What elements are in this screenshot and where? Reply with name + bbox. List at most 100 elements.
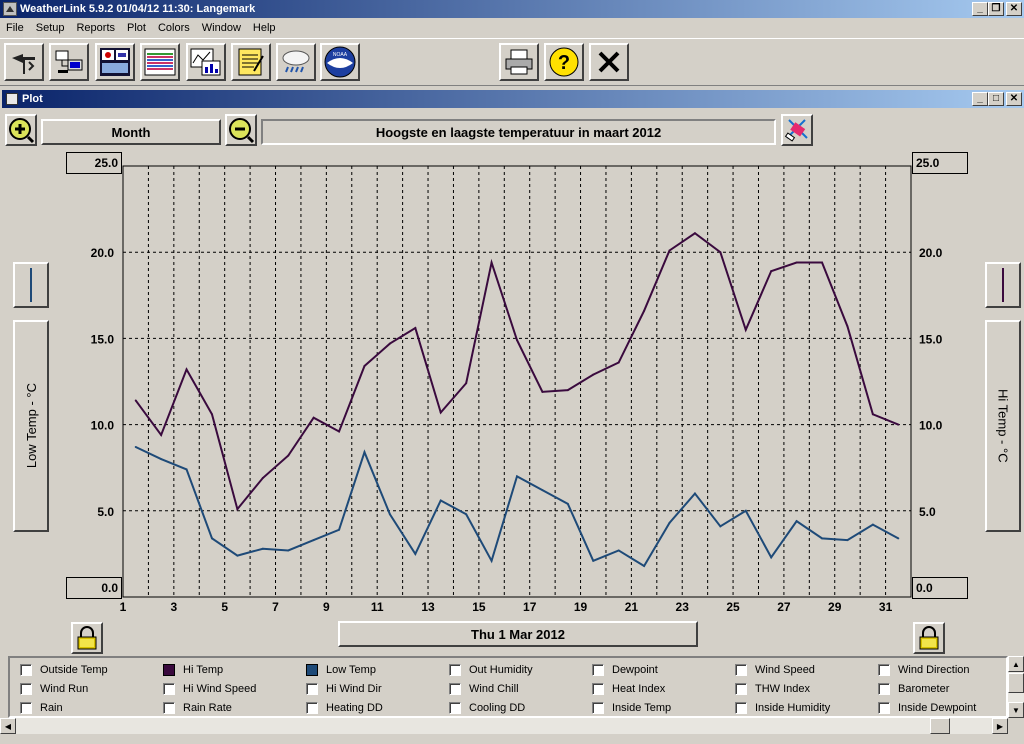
- exit-button[interactable]: [589, 43, 629, 81]
- legend-item[interactable]: Wind Speed: [735, 662, 815, 678]
- legend-checkbox[interactable]: [735, 664, 747, 676]
- plot-button[interactable]: [186, 43, 226, 81]
- y-tick-label-left: 5.0: [97, 505, 114, 519]
- download-button[interactable]: [49, 43, 89, 81]
- legend-checkbox[interactable]: [735, 702, 747, 714]
- legend-item[interactable]: Heating DD: [306, 700, 383, 716]
- data-point: [897, 423, 900, 426]
- date-button[interactable]: Thu 1 Mar 2012: [338, 621, 698, 647]
- menu-window[interactable]: Window: [196, 22, 247, 34]
- legend-checkbox[interactable]: [878, 702, 890, 714]
- menu-reports[interactable]: Reports: [70, 22, 121, 34]
- legend-checkbox[interactable]: [735, 683, 747, 695]
- data-point: [465, 513, 468, 516]
- legend-item[interactable]: THW Index: [735, 681, 810, 697]
- x-tick-label: 25: [726, 600, 740, 614]
- legend-checkbox[interactable]: [878, 664, 890, 676]
- legend-item[interactable]: Heat Index: [592, 681, 665, 697]
- data-point: [287, 454, 290, 457]
- data-point: [821, 537, 824, 540]
- legend-item[interactable]: Hi Temp: [163, 662, 223, 678]
- hscroll-thumb[interactable]: [930, 718, 950, 734]
- weather-button[interactable]: [276, 43, 316, 81]
- legend-item[interactable]: Out Humidity: [449, 662, 533, 678]
- legend-checkbox[interactable]: [878, 683, 890, 695]
- legend-label: Inside Dewpoint: [898, 702, 977, 714]
- help-button[interactable]: ?: [544, 43, 584, 81]
- legend-checkbox[interactable]: [592, 683, 604, 695]
- station-button[interactable]: [4, 43, 44, 81]
- legend-checkbox[interactable]: [20, 664, 32, 676]
- legend-item[interactable]: Inside Humidity: [735, 700, 830, 716]
- legend-checkbox[interactable]: [306, 683, 318, 695]
- app-icon[interactable]: [3, 2, 17, 16]
- scroll-thumb[interactable]: [1008, 673, 1024, 693]
- legend-item[interactable]: Outside Temp: [20, 662, 108, 678]
- legend-item[interactable]: Dewpoint: [592, 662, 658, 678]
- legend-checkbox[interactable]: [20, 702, 32, 714]
- menu-setup[interactable]: Setup: [30, 22, 71, 34]
- legend-item[interactable]: Barometer: [878, 681, 949, 697]
- legend-item[interactable]: Wind Chill: [449, 681, 519, 697]
- noaa-button[interactable]: NOAA: [320, 43, 360, 81]
- legend-checkbox[interactable]: [449, 664, 461, 676]
- legend-checkbox[interactable]: [163, 664, 175, 676]
- legend-item[interactable]: Hi Wind Dir: [306, 681, 382, 697]
- legend-item[interactable]: Low Temp: [306, 662, 376, 678]
- legend-checkbox[interactable]: [592, 664, 604, 676]
- legend-checkbox[interactable]: [449, 683, 461, 695]
- notes-button[interactable]: [231, 43, 271, 81]
- x-tick-label: 23: [676, 600, 690, 614]
- temperature-chart[interactable]: 5.0 5.010.0 10.015.0 15.020.0 20.01 3 5 7 9 11 13 1…: [0, 88, 1024, 620]
- legend-checkbox[interactable]: [592, 702, 604, 714]
- legend-item[interactable]: Rain Rate: [163, 700, 232, 716]
- legend-item[interactable]: Hi Wind Speed: [163, 681, 256, 697]
- download-icon: [55, 50, 83, 73]
- legend-checkbox[interactable]: [20, 683, 32, 695]
- browse-button[interactable]: [140, 43, 180, 81]
- legend-item[interactable]: Wind Direction: [878, 662, 970, 678]
- legend-checkbox[interactable]: [163, 702, 175, 714]
- data-point: [821, 261, 824, 264]
- legend-item[interactable]: Wind Run: [20, 681, 88, 697]
- legend-label: Barometer: [898, 683, 950, 695]
- data-point: [871, 523, 874, 526]
- scroll-left-button[interactable]: ◀: [0, 718, 16, 734]
- data-point: [516, 339, 518, 342]
- scroll-down-button[interactable]: ▼: [1008, 702, 1024, 718]
- bulletin-button[interactable]: [95, 43, 135, 81]
- data-point: [261, 477, 264, 480]
- minimize-button[interactable]: _: [972, 2, 988, 16]
- legend-checkbox[interactable]: [306, 702, 318, 714]
- print-button[interactable]: [499, 43, 539, 81]
- legend-item[interactable]: Cooling DD: [449, 700, 525, 716]
- menu-colors[interactable]: Colors: [152, 22, 196, 34]
- legend-label: Out Humidity: [469, 664, 533, 676]
- left-scale-lock-button[interactable]: [71, 622, 103, 654]
- data-point: [236, 508, 239, 511]
- data-point: [566, 502, 569, 505]
- menu-plot[interactable]: Plot: [121, 22, 152, 34]
- legend-checkbox[interactable]: [449, 702, 461, 714]
- menu-file[interactable]: File: [0, 22, 30, 34]
- legend-vertical-scrollbar[interactable]: ▲ ▼: [1008, 656, 1024, 718]
- right-scale-lock-button[interactable]: [913, 622, 945, 654]
- restore-button[interactable]: ❐: [988, 2, 1004, 16]
- legend-item[interactable]: Inside Dewpoint: [878, 700, 976, 716]
- legend-label: Rain Rate: [183, 702, 232, 714]
- close-window-button[interactable]: ✕: [1006, 2, 1022, 16]
- legend-item[interactable]: Rain: [20, 700, 63, 716]
- scroll-right-button[interactable]: ▶: [992, 718, 1008, 734]
- horizontal-scrollbar[interactable]: ◀ ▶: [0, 718, 1008, 734]
- legend-label: Wind Direction: [898, 664, 970, 676]
- scroll-up-button[interactable]: ▲: [1008, 656, 1024, 672]
- legend-item[interactable]: Inside Temp: [592, 700, 671, 716]
- x-tick-label: 31: [879, 600, 893, 614]
- x-tick-label: 29: [828, 600, 842, 614]
- lock-icon: [919, 626, 939, 650]
- menu-help[interactable]: Help: [247, 22, 282, 34]
- legend-checkbox[interactable]: [163, 683, 175, 695]
- data-point: [617, 361, 620, 364]
- data-point: [312, 416, 315, 419]
- legend-checkbox[interactable]: [306, 664, 318, 676]
